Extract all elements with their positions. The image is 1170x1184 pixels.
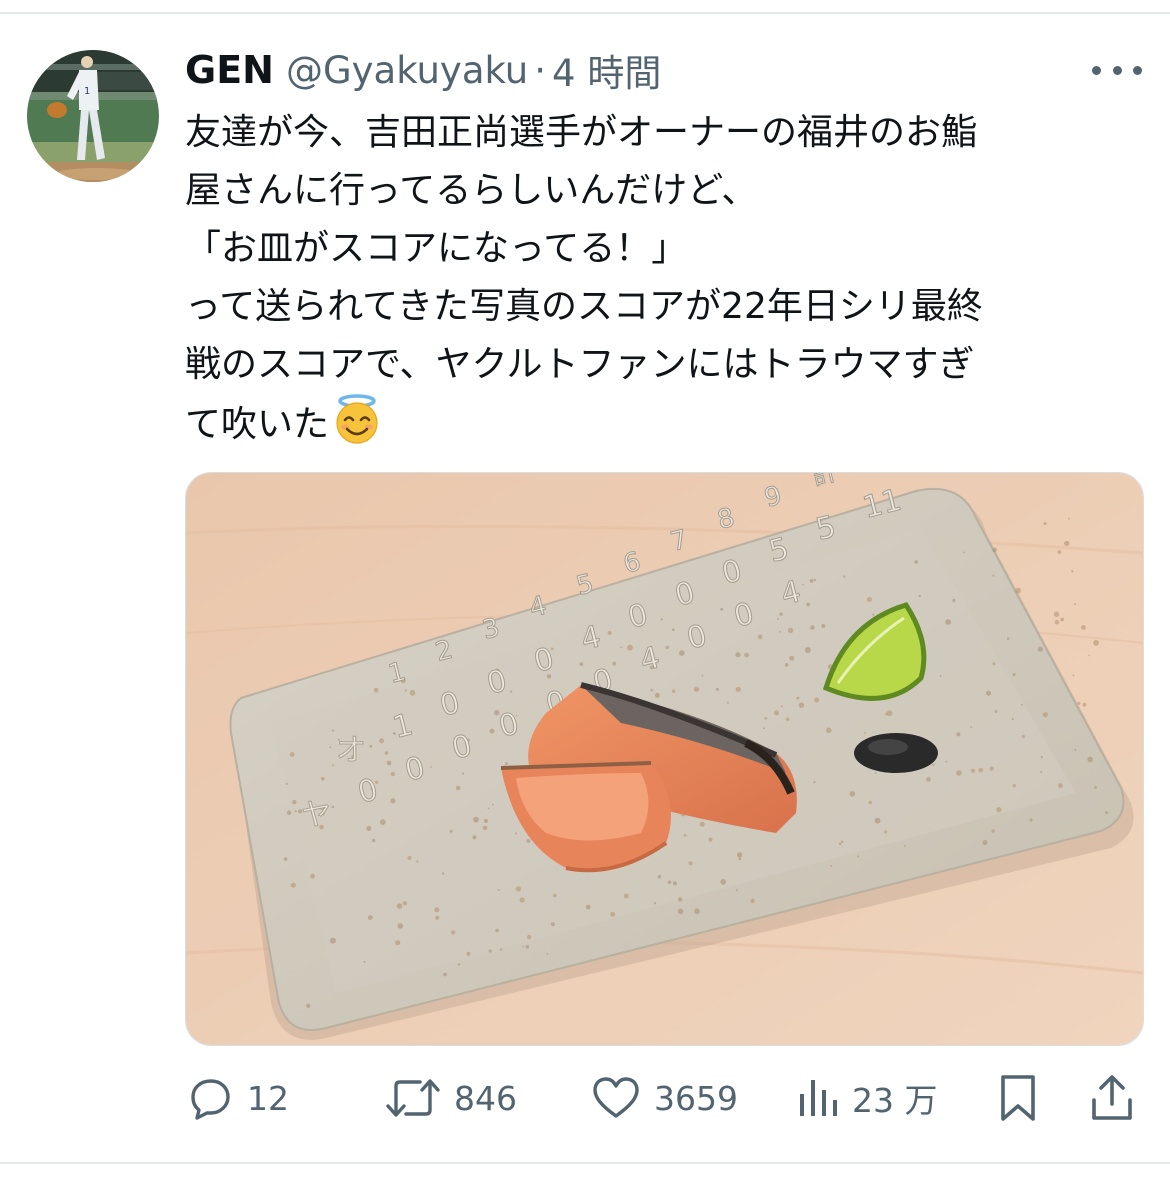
tweet-header: GEN @Gyakuyaku · 4 時間 xyxy=(185,45,661,95)
tweet-text: 友達が今、吉田正尚選手がオーナーの福井のお鮨 屋さんに行ってるらしいんだけど、 … xyxy=(185,104,1145,464)
retweet-count: 846 xyxy=(454,1078,517,1118)
tweet-text-line: 友達が今、吉田正尚選手がオーナーの福井のお鮨 xyxy=(185,112,978,153)
score-row-label: オ xyxy=(336,733,366,768)
analytics-icon xyxy=(800,1080,837,1116)
retweet-button[interactable]: 846 xyxy=(386,1070,517,1126)
views-count: 23 万 xyxy=(852,1081,938,1120)
tweet-photo[interactable]: 123456789計安失オ100040005511ヤ0000004004 xyxy=(185,472,1144,1046)
avatar[interactable]: 1 xyxy=(27,50,159,182)
share-icon xyxy=(1092,1075,1132,1120)
like-button[interactable]: 3659 xyxy=(592,1070,738,1126)
share-button[interactable] xyxy=(1090,1070,1134,1126)
bookmark-button[interactable] xyxy=(998,1070,1038,1126)
bookmark-icon xyxy=(1001,1075,1035,1121)
reply-button[interactable]: 12 xyxy=(189,1070,289,1126)
score-row-label: ヤ xyxy=(301,798,331,833)
separator-dot: · xyxy=(534,48,547,92)
retweet-icon xyxy=(386,1079,440,1117)
heart-icon xyxy=(593,1077,639,1118)
smiling-face-with-halo-icon xyxy=(331,394,383,464)
author-handle[interactable]: @Gyakuyaku xyxy=(286,49,528,92)
like-count: 3659 xyxy=(654,1078,738,1118)
tweet-text-line: て吹いた xyxy=(185,404,330,445)
top-divider xyxy=(0,12,1170,14)
tweet-text-line: 戦のスコアで、ヤクルトファンにはトラウマすぎ xyxy=(185,344,975,385)
author-name[interactable]: GEN xyxy=(185,48,274,92)
svg-text:1: 1 xyxy=(84,86,90,97)
more-options-icon[interactable] xyxy=(1092,60,1142,80)
tweet-text-line: 「お皿がスコアになってる！」 xyxy=(185,228,688,269)
tweet-text-line: 屋さんに行ってるらしいんだけど、 xyxy=(185,170,758,211)
reply-icon xyxy=(191,1079,230,1120)
action-bar: 12 846 3659 23 万 xyxy=(0,1070,1170,1126)
tweet-text-line-last: て吹いた xyxy=(185,394,1145,464)
post-time[interactable]: 4 時間 xyxy=(552,43,661,97)
reply-count: 12 xyxy=(247,1078,289,1118)
tweet-text-line: って送られてきた写真のスコアが22年日シリ最終 xyxy=(185,286,983,327)
views-button[interactable]: 23 万 xyxy=(798,1070,937,1126)
bottom-divider xyxy=(0,1162,1170,1164)
